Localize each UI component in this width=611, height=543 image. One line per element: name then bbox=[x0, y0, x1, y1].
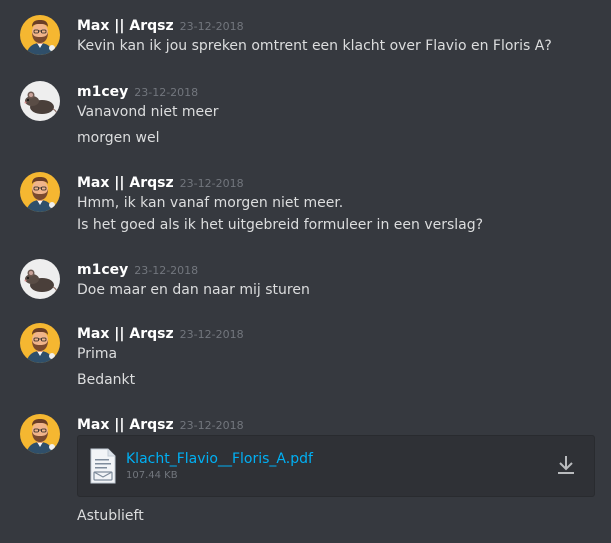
message-text: Vanavond niet meer bbox=[77, 104, 219, 120]
message-text: Astublieft bbox=[77, 508, 144, 524]
attachment-file-link[interactable]: Klacht_Flavio__Floris_A.pdf bbox=[126, 450, 313, 468]
bearded-man-avatar-icon[interactable] bbox=[20, 323, 60, 363]
rat-avatar-icon[interactable] bbox=[20, 81, 60, 121]
username[interactable]: Max || Arqsz bbox=[77, 175, 174, 191]
message-text: Prima bbox=[77, 346, 118, 362]
username[interactable]: Max || Arqsz bbox=[77, 326, 174, 342]
message-header: Max || Arqsz 23-12-2018 bbox=[77, 414, 244, 434]
file-attachment: Klacht_Flavio__Floris_A.pdf 107.44 KB bbox=[77, 435, 595, 497]
timestamp: 23-12-2018 bbox=[179, 20, 244, 33]
bearded-man-avatar-icon[interactable] bbox=[20, 172, 60, 212]
message-header: Max || Arqsz 23-12-2018 bbox=[77, 323, 244, 343]
timestamp: 23-12-2018 bbox=[134, 86, 199, 99]
timestamp: 23-12-2018 bbox=[134, 264, 199, 277]
message-text: Is het goed als ik het uitgebreid formul… bbox=[77, 217, 484, 233]
document-file-icon[interactable] bbox=[90, 448, 116, 488]
username[interactable]: Max || Arqsz bbox=[77, 18, 174, 34]
message-text: Doe maar en dan naar mij sturen bbox=[77, 282, 310, 298]
username[interactable]: Max || Arqsz bbox=[77, 417, 174, 433]
bearded-man-avatar-icon[interactable] bbox=[20, 15, 60, 55]
message-text: Bedankt bbox=[77, 372, 136, 388]
message-header: Max || Arqsz 23-12-2018 bbox=[77, 172, 244, 192]
download-icon[interactable] bbox=[556, 454, 576, 480]
message-text: morgen wel bbox=[77, 130, 160, 146]
message-header: m1cey 23-12-2018 bbox=[77, 81, 198, 101]
timestamp: 23-12-2018 bbox=[179, 328, 244, 341]
message-text: Hmm, ik kan vanaf morgen niet meer. bbox=[77, 195, 344, 211]
username[interactable]: m1cey bbox=[77, 84, 128, 100]
message-header: Max || Arqsz 23-12-2018 bbox=[77, 15, 244, 35]
bearded-man-avatar-icon[interactable] bbox=[20, 414, 60, 454]
rat-avatar-icon[interactable] bbox=[20, 259, 60, 299]
username[interactable]: m1cey bbox=[77, 262, 128, 278]
message-header: m1cey 23-12-2018 bbox=[77, 259, 198, 279]
timestamp: 23-12-2018 bbox=[179, 177, 244, 190]
message-text: Kevin kan ik jou spreken omtrent een kla… bbox=[77, 38, 552, 54]
timestamp: 23-12-2018 bbox=[179, 419, 244, 432]
attachment-file-size: 107.44 KB bbox=[126, 470, 178, 481]
